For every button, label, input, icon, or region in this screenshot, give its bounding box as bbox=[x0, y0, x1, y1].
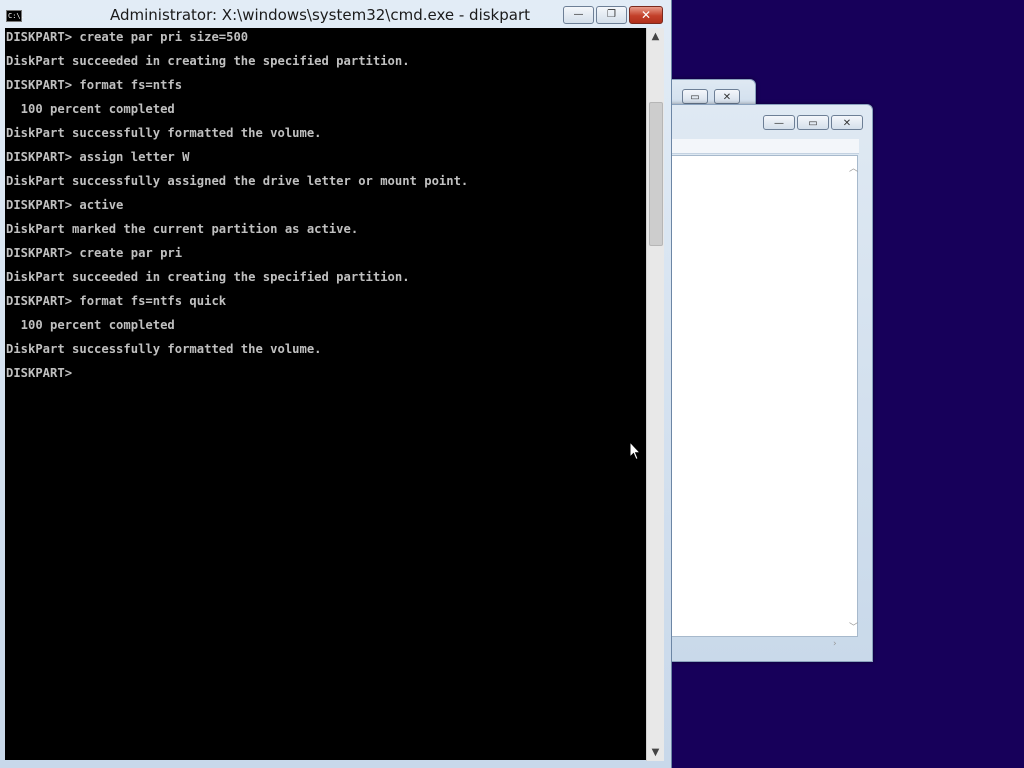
title-bar[interactable]: C:\. Administrator: X:\windows\system32\… bbox=[0, 0, 672, 30]
window-title: Administrator: X:\windows\system32\cmd.e… bbox=[110, 6, 530, 24]
desktop: ▭ ✕ — ▭ ✕ ︿ ﹀ › C:\. Administrator: X:\w… bbox=[0, 0, 1024, 768]
console-line: 100 percent completed bbox=[6, 318, 175, 332]
close-button[interactable]: ✕ bbox=[629, 6, 663, 24]
close-button[interactable]: ✕ bbox=[831, 115, 863, 130]
scroll-down-button[interactable]: ▼ bbox=[647, 744, 664, 761]
console-line: DiskPart successfully formatted the volu… bbox=[6, 126, 322, 140]
vertical-scrollbar[interactable]: ▲ ▼ bbox=[646, 28, 664, 761]
console-line: DISKPART> format fs=ntfs quick bbox=[6, 294, 227, 308]
console-line: DISKPART> active bbox=[6, 198, 124, 212]
console-line: DiskPart successfully formatted the volu… bbox=[6, 342, 322, 356]
console-line: DISKPART> format fs=ntfs bbox=[6, 78, 183, 92]
maximize-button[interactable]: ▭ bbox=[682, 89, 708, 104]
scroll-thumb[interactable] bbox=[649, 102, 663, 246]
console-line: DISKPART> assign letter W bbox=[6, 150, 190, 164]
cmd-window[interactable]: C:\. Administrator: X:\windows\system32\… bbox=[0, 0, 672, 768]
scroll-up-icon[interactable]: ︿ bbox=[849, 161, 858, 174]
minimize-button[interactable]: — bbox=[763, 115, 795, 130]
console-line: 100 percent completed bbox=[6, 102, 175, 116]
mouse-pointer-icon bbox=[629, 441, 641, 461]
scroll-up-button[interactable]: ▲ bbox=[647, 28, 664, 45]
console-line: DISKPART> create par pri size=500 bbox=[6, 30, 249, 44]
console-line: DiskPart successfully assigned the drive… bbox=[6, 174, 469, 188]
console-line: DISKPART> bbox=[6, 366, 80, 380]
console-line: DiskPart marked the current partition as… bbox=[6, 222, 359, 236]
window-client-area[interactable] bbox=[671, 155, 858, 637]
maximize-button[interactable]: ❐ bbox=[596, 6, 627, 24]
scroll-down-icon[interactable]: ﹀ bbox=[849, 620, 858, 633]
console-output[interactable]: DISKPART> create par pri size=500 DiskPar… bbox=[5, 28, 646, 760]
cmd-icon[interactable]: C:\. bbox=[6, 10, 25, 22]
minimize-button[interactable]: — bbox=[563, 6, 594, 24]
console-line: DiskPart succeeded in creating the speci… bbox=[6, 54, 410, 68]
console-line: DISKPART> create par pri bbox=[6, 246, 183, 260]
background-window-front[interactable]: — ▭ ✕ ︿ ﹀ › bbox=[640, 104, 873, 662]
toolbar-strip bbox=[671, 139, 859, 154]
close-button[interactable]: ✕ bbox=[714, 89, 740, 104]
scroll-right-icon[interactable]: › bbox=[833, 639, 837, 649]
maximize-button[interactable]: ▭ bbox=[797, 115, 829, 130]
console-line: DiskPart succeeded in creating the speci… bbox=[6, 270, 410, 284]
